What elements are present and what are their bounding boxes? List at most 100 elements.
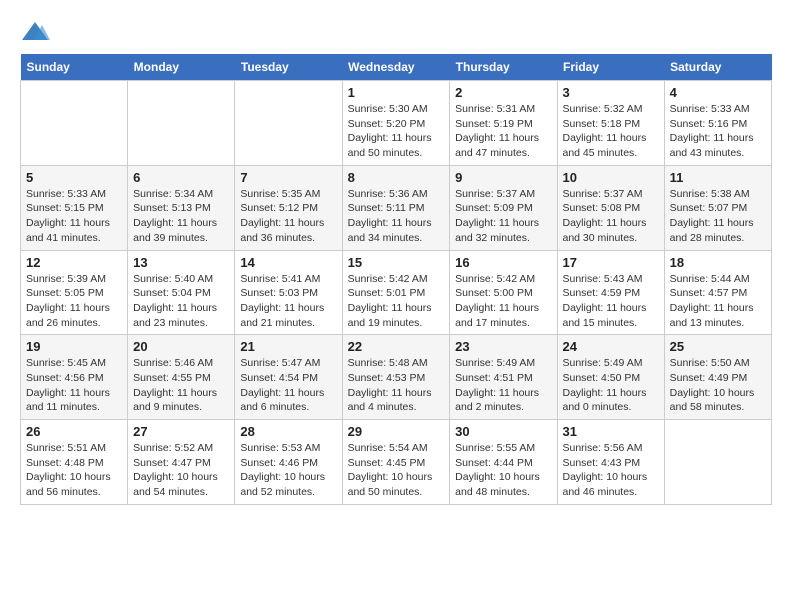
calendar-header-thursday: Thursday — [450, 54, 557, 81]
day-info: Sunrise: 5:46 AMSunset: 4:55 PMDaylight:… — [133, 356, 229, 415]
day-info: Sunrise: 5:41 AMSunset: 5:03 PMDaylight:… — [240, 272, 336, 331]
day-number: 16 — [455, 255, 551, 270]
day-info: Sunrise: 5:34 AMSunset: 5:13 PMDaylight:… — [133, 187, 229, 246]
calendar-week-row: 1Sunrise: 5:30 AMSunset: 5:20 PMDaylight… — [21, 81, 772, 166]
day-number: 18 — [670, 255, 766, 270]
calendar-cell: 27 Sunrise: 5:52 AMSunset: 4:47 PMDayligh… — [128, 420, 235, 505]
calendar-cell: 17 Sunrise: 5:43 AMSunset: 4:59 PMDayligh… — [557, 250, 664, 335]
day-number: 12 — [26, 255, 122, 270]
calendar-header-saturday: Saturday — [664, 54, 771, 81]
day-number: 30 — [455, 424, 551, 439]
day-number: 15 — [348, 255, 445, 270]
day-number: 5 — [26, 170, 122, 185]
calendar-cell: 18Sunrise: 5:44 AMSunset: 4:57 PMDayligh… — [664, 250, 771, 335]
day-info: Sunrise: 5:43 AMSunset: 4:59 PMDaylight:… — [563, 272, 659, 331]
day-info: Sunrise: 5:39 AMSunset: 5:05 PMDaylight:… — [26, 272, 122, 331]
day-number: 7 — [240, 170, 336, 185]
calendar-cell: 30 Sunrise: 5:55 AMSunset: 4:44 PMDayligh… — [450, 420, 557, 505]
day-info: Sunrise: 5:40 AMSunset: 5:04 PMDaylight:… — [133, 272, 229, 331]
day-number: 31 — [563, 424, 659, 439]
calendar-cell: 16 Sunrise: 5:42 AMSunset: 5:00 PMDayligh… — [450, 250, 557, 335]
day-number: 25 — [670, 339, 766, 354]
calendar: SundayMondayTuesdayWednesdayThursdayFrid… — [20, 54, 772, 505]
calendar-cell: 20 Sunrise: 5:46 AMSunset: 4:55 PMDayligh… — [128, 335, 235, 420]
calendar-cell — [235, 81, 342, 166]
day-number: 8 — [348, 170, 445, 185]
calendar-header-monday: Monday — [128, 54, 235, 81]
day-number: 23 — [455, 339, 551, 354]
day-info: Sunrise: 5:42 AMSunset: 5:01 PMDaylight:… — [348, 272, 445, 331]
calendar-cell: 8 Sunrise: 5:36 AMSunset: 5:11 PMDaylight… — [342, 165, 450, 250]
calendar-cell: 10Sunrise: 5:37 AMSunset: 5:08 PMDayligh… — [557, 165, 664, 250]
calendar-cell: 19 Sunrise: 5:45 AMSunset: 4:56 PMDayligh… — [21, 335, 128, 420]
calendar-week-row: 12 Sunrise: 5:39 AMSunset: 5:05 PMDayligh… — [21, 250, 772, 335]
calendar-cell: 22 Sunrise: 5:48 AMSunset: 4:53 PMDayligh… — [342, 335, 450, 420]
calendar-cell: 3Sunrise: 5:32 AMSunset: 5:18 PMDaylight… — [557, 81, 664, 166]
day-info: Sunrise: 5:49 AMSunset: 4:50 PMDaylight:… — [563, 356, 659, 415]
calendar-cell: 1Sunrise: 5:30 AMSunset: 5:20 PMDaylight… — [342, 81, 450, 166]
calendar-header-tuesday: Tuesday — [235, 54, 342, 81]
calendar-cell: 12 Sunrise: 5:39 AMSunset: 5:05 PMDayligh… — [21, 250, 128, 335]
calendar-cell: 25 Sunrise: 5:50 AMSunset: 4:49 PMDayligh… — [664, 335, 771, 420]
calendar-cell: 26 Sunrise: 5:51 AMSunset: 4:48 PMDayligh… — [21, 420, 128, 505]
day-info: Sunrise: 5:36 AMSunset: 5:11 PMDaylight:… — [348, 187, 445, 246]
calendar-cell: 7Sunrise: 5:35 AMSunset: 5:12 PMDaylight… — [235, 165, 342, 250]
day-number: 13 — [133, 255, 229, 270]
calendar-cell: 13 Sunrise: 5:40 AMSunset: 5:04 PMDayligh… — [128, 250, 235, 335]
day-number: 4 — [670, 85, 766, 100]
day-number: 20 — [133, 339, 229, 354]
calendar-header-sunday: Sunday — [21, 54, 128, 81]
day-info: Sunrise: 5:45 AMSunset: 4:56 PMDaylight:… — [26, 356, 122, 415]
day-info: Sunrise: 5:33 AMSunset: 5:15 PMDaylight:… — [26, 187, 122, 246]
day-info: Sunrise: 5:48 AMSunset: 4:53 PMDaylight:… — [348, 356, 445, 415]
day-number: 19 — [26, 339, 122, 354]
day-info: Sunrise: 5:38 AMSunset: 5:07 PMDaylight:… — [670, 187, 766, 246]
day-info: Sunrise: 5:53 AMSunset: 4:46 PMDaylight:… — [240, 441, 336, 500]
day-number: 21 — [240, 339, 336, 354]
calendar-cell: 31 Sunrise: 5:56 AMSunset: 4:43 PMDayligh… — [557, 420, 664, 505]
day-info: Sunrise: 5:47 AMSunset: 4:54 PMDaylight:… — [240, 356, 336, 415]
day-number: 27 — [133, 424, 229, 439]
day-info: Sunrise: 5:51 AMSunset: 4:48 PMDaylight:… — [26, 441, 122, 500]
day-number: 29 — [348, 424, 445, 439]
day-info: Sunrise: 5:42 AMSunset: 5:00 PMDaylight:… — [455, 272, 551, 331]
calendar-cell — [664, 420, 771, 505]
day-info: Sunrise: 5:50 AMSunset: 4:49 PMDaylight:… — [670, 356, 766, 415]
calendar-cell: 2 Sunrise: 5:31 AMSunset: 5:19 PMDaylight… — [450, 81, 557, 166]
day-number: 11 — [670, 170, 766, 185]
calendar-cell: 29 Sunrise: 5:54 AMSunset: 4:45 PMDayligh… — [342, 420, 450, 505]
day-number: 6 — [133, 170, 229, 185]
day-number: 1 — [348, 85, 445, 100]
day-info: Sunrise: 5:49 AMSunset: 4:51 PMDaylight:… — [455, 356, 551, 415]
day-number: 28 — [240, 424, 336, 439]
day-info: Sunrise: 5:33 AMSunset: 5:16 PMDaylight:… — [670, 102, 766, 161]
day-info: Sunrise: 5:54 AMSunset: 4:45 PMDaylight:… — [348, 441, 445, 500]
calendar-cell: 23 Sunrise: 5:49 AMSunset: 4:51 PMDayligh… — [450, 335, 557, 420]
day-info: Sunrise: 5:31 AMSunset: 5:19 PMDaylight:… — [455, 102, 551, 161]
day-number: 9 — [455, 170, 551, 185]
day-info: Sunrise: 5:56 AMSunset: 4:43 PMDaylight:… — [563, 441, 659, 500]
calendar-cell: 11 Sunrise: 5:38 AMSunset: 5:07 PMDayligh… — [664, 165, 771, 250]
calendar-cell: 24Sunrise: 5:49 AMSunset: 4:50 PMDayligh… — [557, 335, 664, 420]
calendar-cell — [128, 81, 235, 166]
calendar-cell: 28 Sunrise: 5:53 AMSunset: 4:46 PMDayligh… — [235, 420, 342, 505]
calendar-cell: 6 Sunrise: 5:34 AMSunset: 5:13 PMDaylight… — [128, 165, 235, 250]
day-info: Sunrise: 5:52 AMSunset: 4:47 PMDaylight:… — [133, 441, 229, 500]
calendar-header-row: SundayMondayTuesdayWednesdayThursdayFrid… — [21, 54, 772, 81]
calendar-cell: 5 Sunrise: 5:33 AMSunset: 5:15 PMDaylight… — [21, 165, 128, 250]
calendar-cell: 15 Sunrise: 5:42 AMSunset: 5:01 PMDayligh… — [342, 250, 450, 335]
logo — [20, 20, 52, 44]
day-info: Sunrise: 5:37 AMSunset: 5:09 PMDaylight:… — [455, 187, 551, 246]
day-number: 2 — [455, 85, 551, 100]
calendar-header-friday: Friday — [557, 54, 664, 81]
day-info: Sunrise: 5:55 AMSunset: 4:44 PMDaylight:… — [455, 441, 551, 500]
day-number: 14 — [240, 255, 336, 270]
day-number: 26 — [26, 424, 122, 439]
calendar-week-row: 26 Sunrise: 5:51 AMSunset: 4:48 PMDayligh… — [21, 420, 772, 505]
day-info: Sunrise: 5:37 AMSunset: 5:08 PMDaylight:… — [563, 187, 659, 246]
calendar-cell: 14 Sunrise: 5:41 AMSunset: 5:03 PMDayligh… — [235, 250, 342, 335]
day-number: 17 — [563, 255, 659, 270]
day-number: 3 — [563, 85, 659, 100]
day-number: 22 — [348, 339, 445, 354]
logo-icon — [20, 20, 50, 44]
